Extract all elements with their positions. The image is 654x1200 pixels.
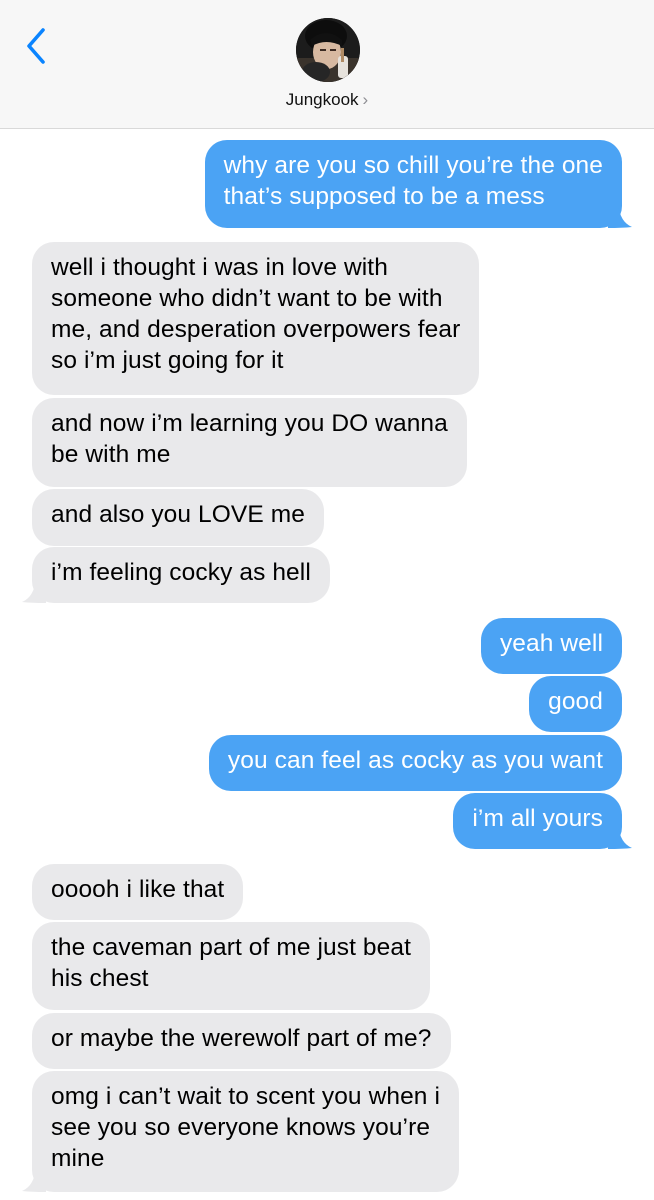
bubble-tail — [22, 1168, 46, 1192]
received-message-bubble[interactable]: and now i’m learning you DO wanna be wit… — [32, 398, 467, 487]
message-row: why are you so chill you’re the one that… — [0, 140, 654, 228]
message-row: i’m all yours — [0, 793, 654, 849]
chevron-right-icon: › — [362, 90, 369, 109]
message-thread: why are you so chill you’re the one that… — [0, 129, 654, 1200]
conversation-header: Jungkook › — [0, 0, 654, 129]
received-message-bubble[interactable]: the caveman part of me just beat his che… — [32, 922, 431, 1010]
bubble-tail — [22, 579, 46, 603]
message-row: you can feel as cocky as you want — [0, 735, 654, 791]
received-message-bubble[interactable]: and also you LOVE me — [32, 489, 324, 546]
sent-message-bubble[interactable]: why are you so chill you’re the one that… — [204, 140, 622, 228]
bubble-tail — [608, 204, 632, 228]
message-row: omg i can’t wait to scent you when i see… — [0, 1071, 654, 1192]
message-row: and now i’m learning you DO wanna be wit… — [0, 398, 654, 487]
sent-message-bubble[interactable]: good — [529, 676, 622, 732]
message-row: well i thought i was in love with someon… — [0, 242, 654, 395]
sent-message-bubble[interactable]: i’m all yours — [453, 793, 622, 849]
back-button[interactable] — [22, 26, 52, 66]
message-row: the caveman part of me just beat his che… — [0, 922, 654, 1010]
received-message-bubble[interactable]: or maybe the werewolf part of me? — [32, 1013, 451, 1069]
sent-message-bubble[interactable]: yeah well — [480, 618, 622, 674]
contact-photo — [296, 18, 360, 82]
avatar[interactable] — [296, 18, 360, 82]
received-message-bubble[interactable]: ooooh i like that — [32, 864, 244, 920]
message-row: i’m feeling cocky as hell — [0, 547, 654, 603]
contact-name-button[interactable]: Jungkook › — [0, 90, 654, 110]
received-message-bubble[interactable]: i’m feeling cocky as hell — [32, 547, 330, 603]
received-message-bubble[interactable]: well i thought i was in love with someon… — [32, 242, 480, 395]
message-row: yeah well — [0, 618, 654, 674]
sent-message-bubble[interactable]: you can feel as cocky as you want — [208, 735, 622, 791]
contact-name: Jungkook — [285, 90, 359, 109]
chevron-left-icon — [27, 28, 45, 64]
message-row: good — [0, 676, 654, 732]
received-message-bubble[interactable]: omg i can’t wait to scent you when i see… — [32, 1071, 459, 1192]
message-row: or maybe the werewolf part of me? — [0, 1013, 654, 1069]
message-row: ooooh i like that — [0, 864, 654, 920]
message-row: and also you LOVE me — [0, 489, 654, 546]
bubble-tail — [608, 825, 632, 849]
